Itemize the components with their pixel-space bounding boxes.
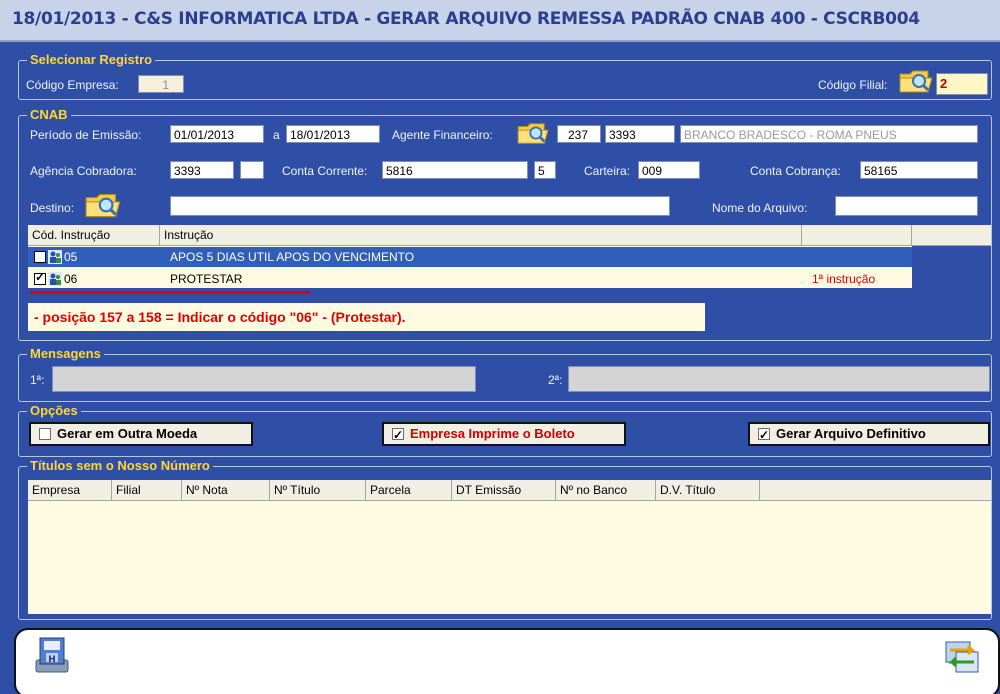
table-row[interactable]: 05 APOS 5 DIAS UTIL APOS DO VENCIMENTO (28, 247, 912, 267)
table-row[interactable]: 06 PROTESTAR 1ª instrução (28, 269, 912, 289)
filial-search-folder-icon[interactable] (898, 66, 936, 96)
mensagem-1-label: 1ª: (30, 373, 45, 387)
periodo-a-label: a (273, 128, 280, 142)
header-n-titulo[interactable]: Nº Título (270, 480, 366, 500)
conta-cobranca-label: Conta Cobrança: (750, 164, 841, 178)
mensagens-legend: Mensagens (27, 346, 104, 361)
definitivo-box[interactable] (758, 425, 770, 445)
save-disk-icon[interactable]: H (34, 636, 70, 676)
periodo-label: Período de Emissão: (30, 128, 142, 142)
header-n-banco[interactable]: Nº no Banco (556, 480, 656, 500)
periodo-inicio-field[interactable]: 01/01/2013 (170, 125, 264, 143)
opcoes-legend: Opções (27, 403, 81, 418)
main-window: 18/01/2013 - C&S INFORMATICA LTDA - GERA… (0, 0, 1000, 694)
gerar-arquivo-definitivo-checkbox[interactable]: Gerar Arquivo Definitivo (748, 422, 990, 446)
codigo-filial-label: Código Filial: (818, 78, 888, 92)
header-empresa[interactable]: Empresa (28, 480, 112, 500)
destino-label: Destino: (30, 201, 75, 215)
header-blank-1 (802, 225, 912, 245)
conta-corrente-field[interactable]: 5816 (382, 161, 528, 179)
destino-field[interactable] (170, 196, 670, 216)
outra-moeda-box[interactable] (39, 428, 51, 440)
people-icon (48, 250, 62, 264)
bottom-toolbar: H (14, 628, 1000, 694)
row-checkbox[interactable] (34, 270, 46, 285)
destino-folder-icon[interactable] (84, 189, 124, 221)
conta-cobranca-field[interactable]: 58165 (860, 161, 978, 179)
selecionar-registro-legend: Selecionar Registro (27, 52, 156, 67)
conta-dv-field[interactable]: 5 (534, 161, 556, 179)
header-cod-instrucao[interactable]: Cód. Instrução (28, 225, 160, 245)
conta-corrente-label: Conta Corrente: (282, 164, 368, 178)
codigo-empresa-field[interactable]: 1 (138, 75, 184, 93)
exchange-exit-icon[interactable] (942, 636, 982, 676)
row-instrucao: PROTESTAR (170, 272, 243, 286)
definitivo-label: Gerar Arquivo Definitivo (776, 426, 926, 441)
codigo-filial-field[interactable]: 2 (936, 73, 988, 95)
annotation-underline (30, 291, 310, 294)
title-bar: 18/01/2013 - C&S INFORMATICA LTDA - GERA… (0, 0, 1000, 42)
agente-agencia-field[interactable]: 3393 (605, 125, 675, 143)
imprime-boleto-label: Empresa Imprime o Boleto (410, 426, 575, 441)
agente-search-folder-icon[interactable] (516, 119, 552, 147)
header-parcela[interactable]: Parcela (366, 480, 452, 500)
outra-moeda-label: Gerar em Outra Moeda (57, 426, 198, 441)
header-dt-emissao[interactable]: DT Emissão (452, 480, 556, 500)
gerar-outra-moeda-checkbox[interactable]: Gerar em Outra Moeda (29, 422, 253, 446)
agente-codigo-field[interactable]: 237 (557, 125, 601, 143)
row-checkbox[interactable] (34, 251, 46, 263)
codigo-empresa-label: Código Empresa: (26, 78, 119, 92)
row-nota: 1ª instrução (812, 272, 876, 286)
agente-financeiro-label: Agente Financeiro: (392, 128, 493, 142)
annotation-text: - posição 157 a 158 = Indicar o código "… (28, 303, 705, 331)
row-codigo: 05 (64, 250, 78, 264)
window-title: 18/01/2013 - C&S INFORMATICA LTDA - GERA… (12, 9, 920, 29)
imprime-boleto-box[interactable] (392, 425, 404, 445)
agente-nome-field: BRANCO BRADESCO - ROMA PNEUS (680, 125, 978, 143)
carteira-label: Carteira: (584, 164, 631, 178)
titulos-legend: Títulos sem o Nosso Número (27, 458, 213, 473)
people-icon (48, 272, 62, 286)
agencia-dv-field[interactable] (240, 161, 264, 179)
instrucoes-grid: Cód. Instrução Instrução 05 APOS 5 DIAS … (28, 225, 991, 335)
header-n-nota[interactable]: Nº Nota (182, 480, 270, 500)
instrucoes-grid-header: Cód. Instrução Instrução (28, 225, 991, 246)
agencia-cobradora-label: Agência Cobradora: (30, 164, 137, 178)
cnab-legend: CNAB (27, 107, 71, 122)
empresa-imprime-boleto-checkbox[interactable]: Empresa Imprime o Boleto (382, 422, 626, 446)
titulos-grid-header: Empresa Filial Nº Nota Nº Título Parcela… (28, 480, 991, 501)
mensagem-2-field[interactable] (568, 366, 990, 392)
nome-arquivo-field[interactable] (835, 196, 978, 216)
svg-text:H: H (48, 655, 56, 665)
header-blank-2 (912, 225, 991, 245)
mensagem-2-label: 2ª: (548, 373, 563, 387)
header-instrucao[interactable]: Instrução (160, 225, 802, 245)
header-filial[interactable]: Filial (112, 480, 182, 500)
carteira-field[interactable]: 009 (638, 161, 700, 179)
nome-arquivo-label: Nome do Arquivo: (712, 201, 808, 215)
titulos-grid: Empresa Filial Nº Nota Nº Título Parcela… (28, 480, 991, 614)
row-codigo: 06 (64, 272, 78, 286)
mensagem-1-field[interactable] (52, 366, 476, 392)
header-dv-titulo[interactable]: D.V. Título (656, 480, 760, 500)
row-instrucao: APOS 5 DIAS UTIL APOS DO VENCIMENTO (170, 250, 415, 264)
periodo-fim-field[interactable]: 18/01/2013 (286, 125, 380, 143)
agencia-cobradora-field[interactable]: 3393 (170, 161, 234, 179)
